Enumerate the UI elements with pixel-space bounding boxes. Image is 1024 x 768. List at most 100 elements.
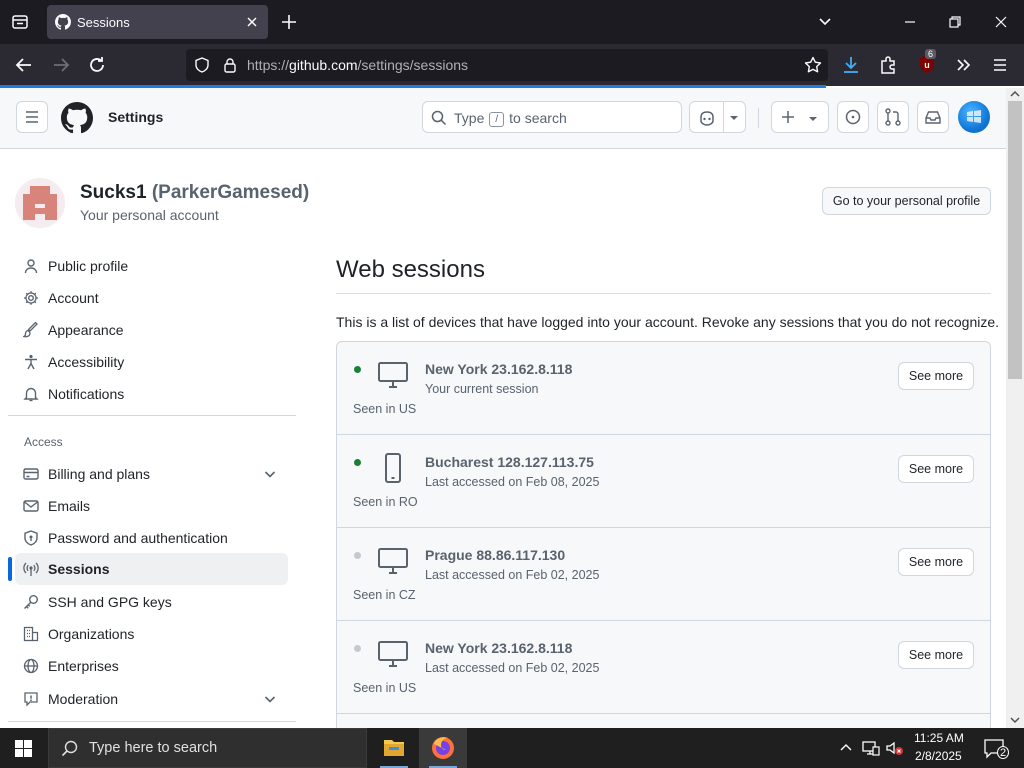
key-icon [23, 594, 39, 610]
sidebar-item-moderation[interactable]: Moderation [15, 683, 288, 715]
inbox-button[interactable] [917, 101, 949, 133]
chevron-down-icon[interactable] [262, 691, 278, 707]
sidebar-item-enterprises[interactable]: Enterprises [15, 650, 288, 682]
session-location: New York 23.162.8.118 [425, 361, 573, 377]
sidebar-item-public-profile[interactable]: Public profile [15, 250, 288, 282]
copilot-icon[interactable] [698, 109, 716, 127]
minimize-icon[interactable] [903, 15, 917, 29]
mail-icon [23, 498, 39, 514]
chevron-down-icon[interactable] [262, 466, 278, 482]
taskbar-clock-date[interactable]: 2/8/2025 [915, 749, 962, 763]
person-icon [23, 258, 39, 274]
ublock-extension-icon[interactable]: u 6 [917, 49, 937, 75]
notification-count-badge: 2 [997, 746, 1009, 759]
reload-icon[interactable] [86, 54, 108, 76]
search-input[interactable]: Type / to search [422, 101, 682, 133]
scroll-up-arrow-icon[interactable] [1010, 90, 1020, 98]
more-tools-chevron-icon[interactable] [953, 54, 975, 76]
sidebar-item-label: Password and authentication [48, 530, 228, 546]
notification-center-icon[interactable]: 2 [983, 738, 1009, 760]
see-more-button[interactable]: See more [898, 362, 974, 390]
windows-start-icon[interactable] [15, 740, 32, 757]
extensions-puzzle-icon[interactable] [877, 54, 899, 76]
broadcast-icon [23, 561, 39, 577]
accessibility-icon [23, 354, 39, 370]
sidebar-item-emails[interactable]: Emails [15, 490, 288, 522]
forward-icon[interactable] [50, 54, 72, 76]
bookmark-star-icon[interactable] [804, 56, 822, 74]
restore-icon[interactable] [948, 15, 962, 29]
hamburger-menu-icon[interactable] [989, 54, 1011, 76]
sidebar-item-notifications[interactable]: Notifications [15, 378, 288, 410]
sidebar-item-label: Organizations [48, 626, 135, 642]
tab-title: Sessions [77, 15, 130, 30]
plus-icon [781, 110, 795, 124]
list-all-tabs-icon[interactable] [818, 15, 832, 29]
url-prefix: https:// [247, 57, 290, 73]
open-menu-button[interactable] [16, 101, 48, 133]
header-divider [758, 108, 759, 128]
tab-list-icon[interactable] [10, 12, 30, 32]
firefox-taskbar-icon[interactable] [419, 728, 467, 768]
account-avatar[interactable] [15, 178, 65, 228]
account-handle: (ParkerGamesed) [151, 182, 310, 203]
svg-text:u: u [924, 60, 930, 70]
session-country: Seen in CZ [353, 588, 416, 602]
new-tab-icon[interactable] [281, 14, 297, 30]
search-icon [61, 740, 79, 758]
sidebar-item-ssh-gpg-keys[interactable]: SSH and GPG keys [15, 586, 288, 618]
search-icon [431, 110, 447, 126]
session-row: Prague 88.86.117.130 Last accessed on Fe… [337, 528, 990, 621]
see-more-button[interactable]: See more [898, 548, 974, 576]
search-shortcut-key: / [489, 112, 505, 127]
sidebar-section-heading: Access [24, 435, 63, 449]
url-domain: github.com [289, 57, 358, 73]
page-scrollbar[interactable] [1006, 88, 1024, 728]
network-icon[interactable] [862, 740, 880, 756]
scroll-thumb[interactable] [1008, 101, 1022, 379]
close-tab-icon[interactable] [245, 15, 259, 29]
browser-tab-strip: Sessions [0, 0, 1024, 44]
github-logo-icon[interactable] [61, 102, 93, 134]
user-avatar[interactable] [958, 101, 990, 133]
taskbar-clock-time[interactable]: 11:25 AM [914, 731, 964, 745]
shield-icon[interactable] [194, 57, 210, 73]
lock-icon[interactable] [222, 57, 238, 73]
sidebar-item-appearance[interactable]: Appearance [15, 314, 288, 346]
session-row: Bucharest 128.127.113.75 Last accessed o… [337, 435, 990, 528]
sidebar-item-label: Appearance [48, 322, 124, 338]
page-title: Web sessions [336, 256, 485, 283]
header-context-title[interactable]: Settings [108, 109, 163, 125]
session-inactive-dot [354, 645, 361, 652]
pull-requests-button[interactable] [877, 101, 909, 133]
sessions-list: New York 23.162.8.118 Your current sessi… [336, 341, 991, 728]
sidebar-item-accessibility[interactable]: Accessibility [15, 346, 288, 378]
downloads-icon[interactable] [840, 54, 862, 76]
session-inactive-dot [354, 552, 361, 559]
sidebar-item-billing[interactable]: Billing and plans [15, 458, 288, 490]
create-new-button[interactable] [771, 101, 829, 133]
sidebar-item-sessions[interactable]: Sessions [15, 553, 288, 585]
session-row: New York 23.162.8.118 Last accessed on F… [337, 621, 990, 714]
tab-sessions[interactable]: Sessions [47, 5, 268, 39]
url-text[interactable]: https://github.com/settings/sessions [247, 57, 468, 73]
see-more-button[interactable]: See more [898, 455, 974, 483]
see-more-button[interactable]: See more [898, 641, 974, 669]
sidebar-item-account[interactable]: Account [15, 282, 288, 314]
credit-card-icon [23, 466, 39, 482]
sidebar-item-label: Accessibility [48, 354, 125, 370]
copilot-chevron-down-icon[interactable] [729, 113, 739, 123]
session-active-dot [354, 366, 361, 373]
address-bar[interactable]: https://github.com/settings/sessions [186, 49, 828, 81]
close-window-icon[interactable] [994, 15, 1008, 29]
volume-muted-icon[interactable] [885, 740, 905, 756]
go-to-profile-button[interactable]: Go to your personal profile [822, 187, 991, 215]
scroll-down-arrow-icon[interactable] [1010, 716, 1020, 724]
file-explorer-icon[interactable] [370, 728, 418, 768]
back-icon[interactable] [13, 54, 35, 76]
sidebar-item-password-auth[interactable]: Password and authentication [15, 522, 288, 554]
taskbar-search-box[interactable]: Type here to search [48, 728, 367, 768]
issues-button[interactable] [837, 101, 869, 133]
show-hidden-icons-chevron-icon[interactable] [840, 742, 852, 752]
sidebar-item-organizations[interactable]: Organizations [15, 618, 288, 650]
